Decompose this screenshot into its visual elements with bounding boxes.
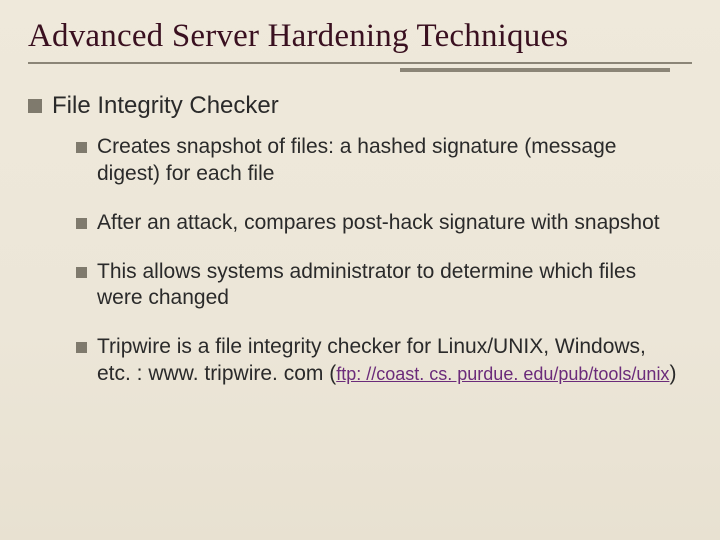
close-paren: ) (669, 362, 676, 385)
slide: Advanced Server Hardening Techniques Fil… (0, 0, 720, 540)
topic-text: File Integrity Checker (52, 92, 279, 120)
square-bullet-icon (28, 99, 42, 113)
bullet-level2: This allows systems administrator to det… (76, 259, 692, 313)
bullet-text: This allows systems administrator to det… (97, 259, 692, 313)
bullet-level2: After an attack, compares post-hack sign… (76, 210, 692, 237)
bullet-level2-tripwire: Tripwire is a file integrity checker for… (76, 334, 692, 388)
bullet-text: Tripwire is a file integrity checker for… (97, 334, 692, 388)
title-rule-thick (400, 68, 670, 72)
slide-body: File Integrity Checker Creates snapshot … (28, 92, 692, 388)
square-bullet-icon (76, 267, 87, 278)
slide-title: Advanced Server Hardening Techniques (28, 18, 692, 56)
bullet-text: Creates snapshot of files: a hashed sign… (97, 134, 692, 188)
square-bullet-icon (76, 142, 87, 153)
title-rule-thin (28, 62, 692, 64)
bullet-level2: Creates snapshot of files: a hashed sign… (76, 134, 692, 188)
bullet-text: After an attack, compares post-hack sign… (97, 210, 692, 237)
bullet-level2-group: Creates snapshot of files: a hashed sign… (76, 134, 692, 388)
tripwire-ref-link[interactable]: ftp: //coast. cs. purdue. edu/pub/tools/… (336, 364, 669, 384)
square-bullet-icon (76, 218, 87, 229)
bullet-level1: File Integrity Checker (28, 92, 692, 120)
title-block: Advanced Server Hardening Techniques (28, 18, 692, 78)
square-bullet-icon (76, 342, 87, 353)
